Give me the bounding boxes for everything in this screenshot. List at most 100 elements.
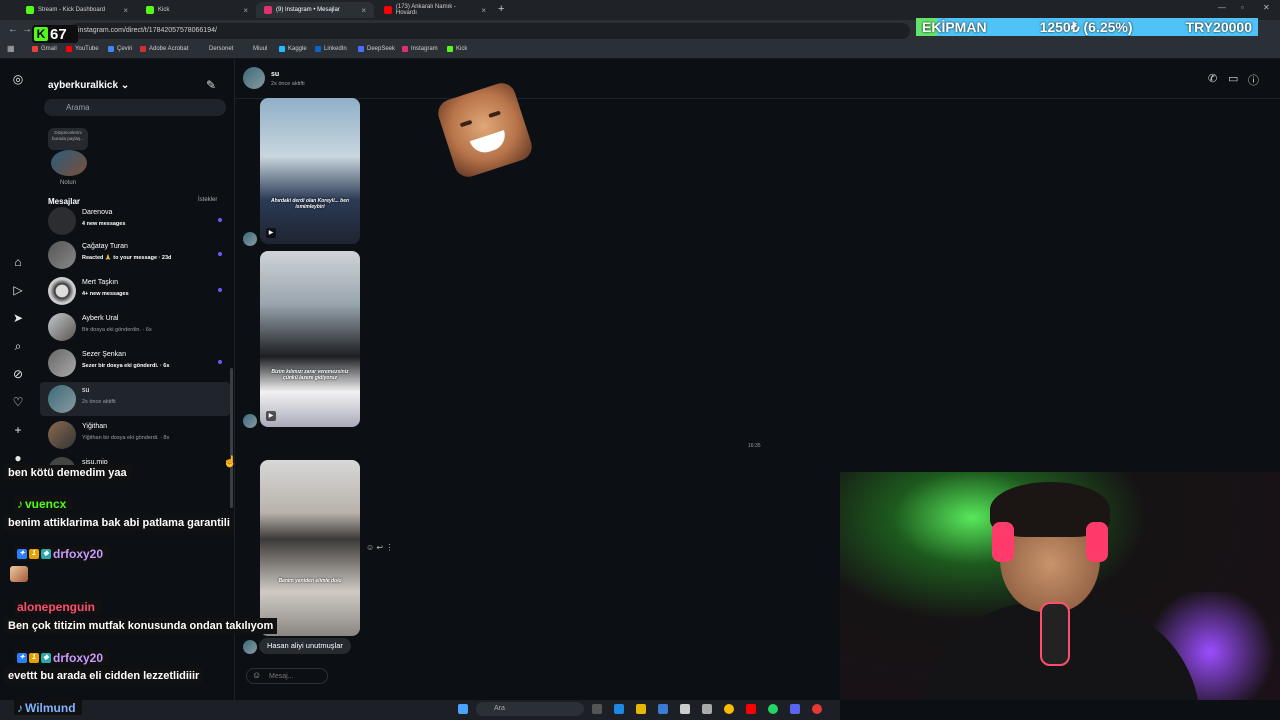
stream-chat-username: alonepenguin (14, 599, 101, 614)
task-view-icon[interactable] (592, 704, 602, 714)
bookmark-youtube[interactable]: YouTube (66, 46, 99, 52)
kick-icon (447, 46, 453, 52)
tab-kick[interactable]: Kick × (138, 2, 256, 18)
equipment-goal-bar: EKİPMAN 1250₺ (6.25%) TRY20000 (916, 18, 1258, 36)
tab-youtube[interactable]: (173) Ankaralı Namık - Hovardı × (376, 2, 494, 18)
tab-label: Stream - Kick Dashboard (38, 7, 106, 13)
close-icon[interactable]: × (123, 6, 128, 15)
discord-icon[interactable] (790, 704, 800, 714)
note-avatar[interactable] (51, 150, 87, 176)
search-input[interactable]: Arama (44, 99, 226, 116)
chrome-icon[interactable] (724, 704, 734, 714)
stream-chat-message: benim attiklarima bak abi patlama garant… (4, 515, 234, 531)
headphone-left (992, 522, 1014, 562)
video-call-icon[interactable]: ▭ (1228, 72, 1238, 85)
store-icon[interactable] (658, 704, 668, 714)
requests-link[interactable]: İstekler (198, 197, 217, 203)
bookmark-kick[interactable]: Kick (447, 46, 467, 52)
url-input[interactable]: instagram.com/direct/t/17842057578066194… (70, 23, 910, 39)
goal-progress: 1250₺ (6.25%) (1039, 18, 1133, 35)
bookmark-dersonet[interactable]: Dersonet (200, 46, 233, 52)
conversation-item[interactable]: Yiğithan Yiğithan bir dosya eki gönderdi… (40, 418, 230, 452)
chat-contact-name[interactable]: su (271, 71, 279, 78)
calendar-icon[interactable] (680, 704, 690, 714)
conversation-item[interactable]: Darenova 4 new messages (40, 204, 230, 238)
close-icon[interactable]: × (361, 6, 366, 15)
conversation-item-selected[interactable]: su 2s önce aktifti (40, 382, 230, 416)
minimize-icon[interactable]: — (1218, 3, 1226, 12)
create-plus-icon[interactable]: + (11, 423, 25, 437)
reel-caption: Benim yeniden elimle dolu (278, 578, 342, 584)
close-icon[interactable]: × (243, 6, 248, 15)
window-close-icon[interactable]: ✕ (1263, 3, 1270, 12)
forward-icon[interactable]: → (22, 24, 32, 35)
explore-icon[interactable]: ⊘ (11, 367, 25, 381)
shared-reel[interactable]: Bizim kılımızı zarar veremezsiniz çünkü … (260, 251, 360, 427)
compose-message-icon[interactable]: ✎ (206, 78, 216, 92)
taskbar-search-input[interactable]: Ara (476, 702, 584, 716)
phone-call-icon[interactable]: ✆ (1208, 72, 1217, 85)
og-badge-icon: ◆ (41, 548, 51, 559)
kick-viewer-badge: K 67 (32, 25, 78, 43)
notifications-heart-icon[interactable]: ♡ (11, 395, 25, 409)
instagram-logo-icon[interactable]: ◎ (11, 72, 25, 86)
avatar (48, 349, 76, 377)
conversation-name: Ayberk Ural (82, 315, 119, 322)
home-icon[interactable]: ⌂ (11, 255, 25, 269)
reels-icon[interactable]: ▷ (11, 283, 25, 297)
back-icon[interactable]: ← (8, 24, 18, 35)
bookmark-miuul[interactable]: Miuul (244, 46, 267, 52)
bookmark-kaggle[interactable]: Kaggle (279, 46, 307, 52)
bookmark-instagram[interactable]: Instagram (402, 46, 438, 52)
avatar (48, 241, 76, 269)
conversation-item[interactable]: Ayberk Ural Bir dosya eki gönderdin. · 6… (40, 310, 230, 344)
tab-kick-dashboard[interactable]: Stream - Kick Dashboard × (18, 2, 136, 18)
terminal-icon[interactable] (702, 704, 712, 714)
avatar (48, 207, 76, 235)
conversation-preview: Yiğithan bir dosya eki gönderdi. · 8s (82, 435, 170, 441)
more-options-icon[interactable]: ⋮ (385, 543, 393, 552)
account-username[interactable]: ayberkuralkick ⌄ (48, 80, 129, 91)
note-bubble[interactable]: Düşüncelerini burada paylaş... (48, 128, 88, 150)
messages-icon[interactable]: ➤ (11, 311, 25, 325)
bookmark-adobe[interactable]: Adobe Acrobat (140, 46, 188, 52)
shared-reel[interactable]: Ahırdaki derdi olan Koreyli... ben ismim… (260, 98, 360, 244)
chat-avatar[interactable] (243, 67, 265, 89)
bookmark-ceviri[interactable]: Çeviri (108, 46, 132, 52)
conversation-item[interactable]: Çağatay Turan Reacted 🙏 to your message … (40, 238, 230, 272)
stream-chat-username: ♪ Wilmund (14, 700, 82, 715)
acrobat-icon (140, 46, 146, 52)
bookmark-gmail[interactable]: Gmail (32, 46, 57, 52)
tab-instagram[interactable]: (9) Instagram • Mesajlar × (256, 2, 374, 18)
obs-icon[interactable] (812, 704, 822, 714)
apps-grid-icon[interactable]: ▦ (7, 44, 15, 53)
bookmark-deepseek[interactable]: DeepSeek (358, 46, 395, 52)
emoji-react-icon[interactable]: ☺ (366, 543, 374, 552)
profile-avatar-icon[interactable]: ● (11, 451, 25, 465)
reel-play-icon: ▶ (266, 228, 276, 238)
youtube-icon (66, 46, 72, 52)
whatsapp-icon[interactable] (768, 704, 778, 714)
conversation-item[interactable]: Sezer Şenkan Sezer bir dosya eki gönderd… (40, 346, 230, 380)
bookmarks-bar (0, 42, 1280, 59)
close-icon[interactable]: × (481, 6, 486, 15)
message-input[interactable]: Mesaj... (246, 668, 328, 684)
conversation-item[interactable]: Mert Taşkın 4+ new messages (40, 274, 230, 308)
search-icon[interactable]: ⌕ (11, 339, 25, 353)
goal-label: EKİPMAN (922, 19, 987, 35)
info-icon[interactable]: ⓘ (1248, 72, 1259, 88)
youtube-app-icon[interactable] (746, 704, 756, 714)
edge-icon[interactable] (614, 704, 624, 714)
conversation-preview: Reacted 🙏 to your message · 23d (82, 255, 172, 261)
file-explorer-icon[interactable] (636, 704, 646, 714)
reel-play-icon: ▶ (266, 411, 276, 421)
new-tab-icon[interactable]: + (498, 3, 504, 15)
conversation-name: Mert Taşkın (82, 279, 119, 286)
windows-start-icon[interactable] (458, 704, 468, 714)
shared-reel[interactable]: Benim yeniden elimle dolu (260, 460, 360, 636)
avatar (48, 313, 76, 341)
list-scrollbar[interactable] (230, 368, 233, 508)
reply-icon[interactable]: ↩ (376, 543, 383, 552)
bookmark-linkedin[interactable]: LinkedIn (315, 46, 347, 52)
maximize-icon[interactable]: ▫ (1241, 3, 1244, 12)
